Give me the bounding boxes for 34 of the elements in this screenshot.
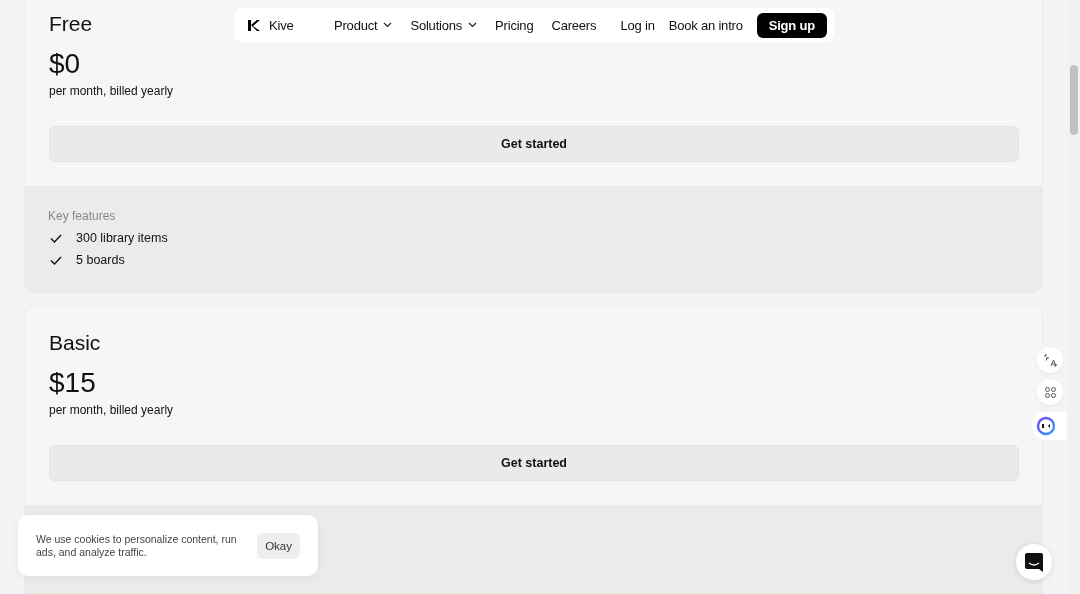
- translate-button[interactable]: [1037, 347, 1063, 373]
- logo-icon: [248, 18, 261, 32]
- plan-name: Basic: [49, 330, 101, 356]
- scrollbar[interactable]: [1068, 0, 1080, 594]
- get-started-button[interactable]: Get started: [49, 445, 1019, 481]
- brand-name[interactable]: Kive: [269, 17, 294, 33]
- command-key-icon: [1043, 385, 1057, 399]
- translate-icon: [1043, 353, 1057, 367]
- assistant-face-icon: [1036, 416, 1056, 436]
- feature-item: 5 boards: [76, 252, 125, 269]
- check-icon: [50, 255, 62, 265]
- features-heading: Key features: [48, 208, 117, 224]
- book-intro-link[interactable]: Book an intro: [668, 17, 743, 33]
- plan-price: $0: [49, 47, 82, 81]
- plan-name: Free: [49, 11, 93, 37]
- login-link[interactable]: Log in: [620, 17, 655, 33]
- cookie-message: We use cookies to personalize content, run ads, and analyze traffic.: [36, 532, 238, 559]
- feature-item: 300 library items: [76, 230, 168, 247]
- nav-link[interactable]: Careers: [551, 17, 597, 33]
- shortcuts-button[interactable]: [1037, 379, 1063, 405]
- scrollbar-thumb[interactable]: [1070, 65, 1078, 135]
- plan-price: $15: [49, 366, 97, 400]
- get-started-button[interactable]: Get started: [49, 126, 1019, 162]
- chat-button[interactable]: [1016, 544, 1052, 580]
- assistant-button[interactable]: [1032, 412, 1067, 440]
- billing-note: per month, billed yearly: [49, 402, 175, 418]
- sign-up-button[interactable]: Sign up: [756, 12, 827, 38]
- chat-icon: [1025, 552, 1043, 572]
- billing-note: per month, billed yearly: [49, 83, 175, 99]
- nav-link[interactable]: Solutions: [410, 17, 478, 33]
- nav-link[interactable]: Product: [334, 17, 393, 33]
- check-icon: [50, 233, 62, 243]
- nav-link[interactable]: Pricing: [495, 17, 534, 33]
- okay-button[interactable]: Okay: [257, 532, 300, 559]
